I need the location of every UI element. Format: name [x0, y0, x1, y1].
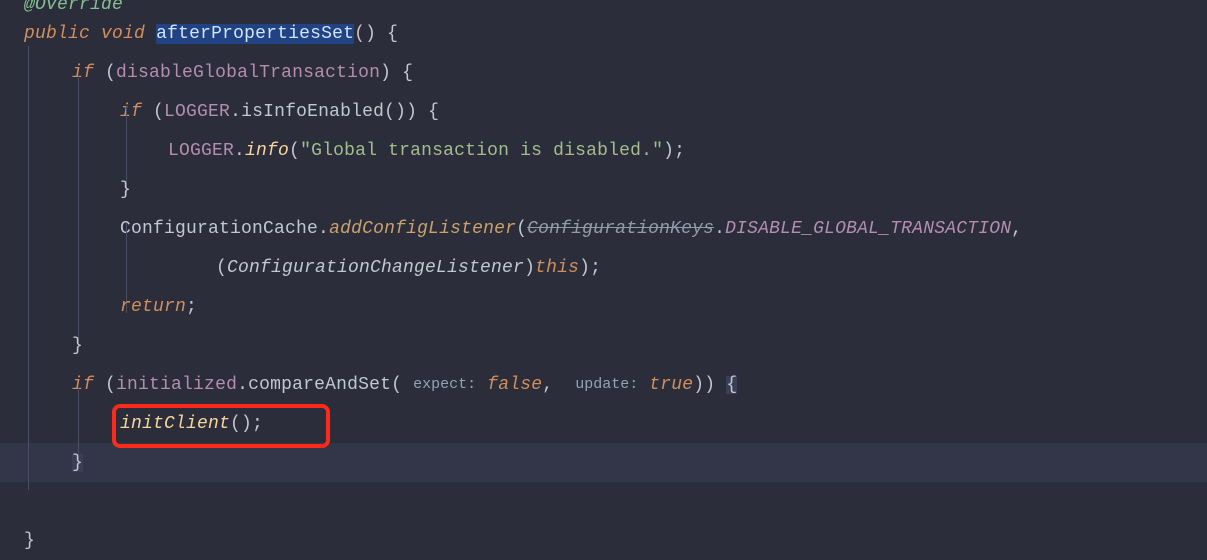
code-line[interactable]: initClient(); — [0, 404, 1207, 443]
cast-type: ConfigurationChangeListener — [227, 259, 524, 277]
close-brace: } — [120, 181, 131, 199]
method-call: compareAndSet — [248, 376, 391, 394]
keyword-return: return — [120, 298, 186, 316]
close-brace: } — [72, 337, 83, 355]
matched-brace-caret: } — [72, 454, 83, 472]
code-line[interactable]: } — [0, 326, 1207, 365]
code-line[interactable]: } — [0, 443, 1207, 482]
method-name-selected: afterPropertiesSet — [156, 24, 354, 44]
code-line[interactable]: if (initialized.compareAndSet( expect: f… — [0, 365, 1207, 404]
code-line[interactable]: public void afterPropertiesSet() { — [0, 14, 1207, 53]
string-literal: "Global transaction is disabled." — [300, 142, 663, 160]
this-ref: this — [535, 259, 579, 277]
keyword-public: public — [24, 25, 90, 43]
code-line[interactable]: LOGGER.info("Global transaction is disab… — [0, 131, 1207, 170]
logger-ref: LOGGER — [164, 103, 230, 121]
keyword-void: void — [101, 25, 145, 43]
code-line[interactable]: if (LOGGER.isInfoEnabled()) { — [0, 92, 1207, 131]
code-line[interactable]: (ConfigurationChangeListener)this); — [0, 248, 1207, 287]
method-call-initclient: initClient — [120, 415, 230, 433]
code-line[interactable]: if (disableGlobalTransaction) { — [0, 53, 1207, 92]
annotation: @Override — [24, 0, 123, 14]
bool-literal: true — [649, 376, 693, 394]
code-line[interactable] — [0, 482, 1207, 521]
close-brace: } — [24, 532, 35, 550]
code-line[interactable]: @Override — [0, 0, 1207, 14]
param-hint: update: — [575, 377, 638, 392]
method-call: addConfigListener — [329, 220, 516, 238]
bool-literal: false — [487, 376, 542, 394]
code-editor[interactable]: @Override public void afterPropertiesSet… — [0, 0, 1207, 560]
method-call: isInfoEnabled — [241, 103, 384, 121]
code-line[interactable]: } — [0, 170, 1207, 209]
code-line[interactable]: } — [0, 521, 1207, 560]
field-ref: disableGlobalTransaction — [116, 64, 380, 82]
field-ref: initialized — [116, 376, 237, 394]
param-hint: expect: — [413, 377, 476, 392]
logger-ref: LOGGER — [168, 142, 234, 160]
constant-ref: DISABLE_GLOBAL_TRANSACTION — [725, 220, 1011, 238]
deprecated-class-ref: ConfigurationKeys — [527, 220, 714, 238]
method-call: info — [245, 142, 289, 160]
matched-brace: { — [726, 376, 737, 394]
